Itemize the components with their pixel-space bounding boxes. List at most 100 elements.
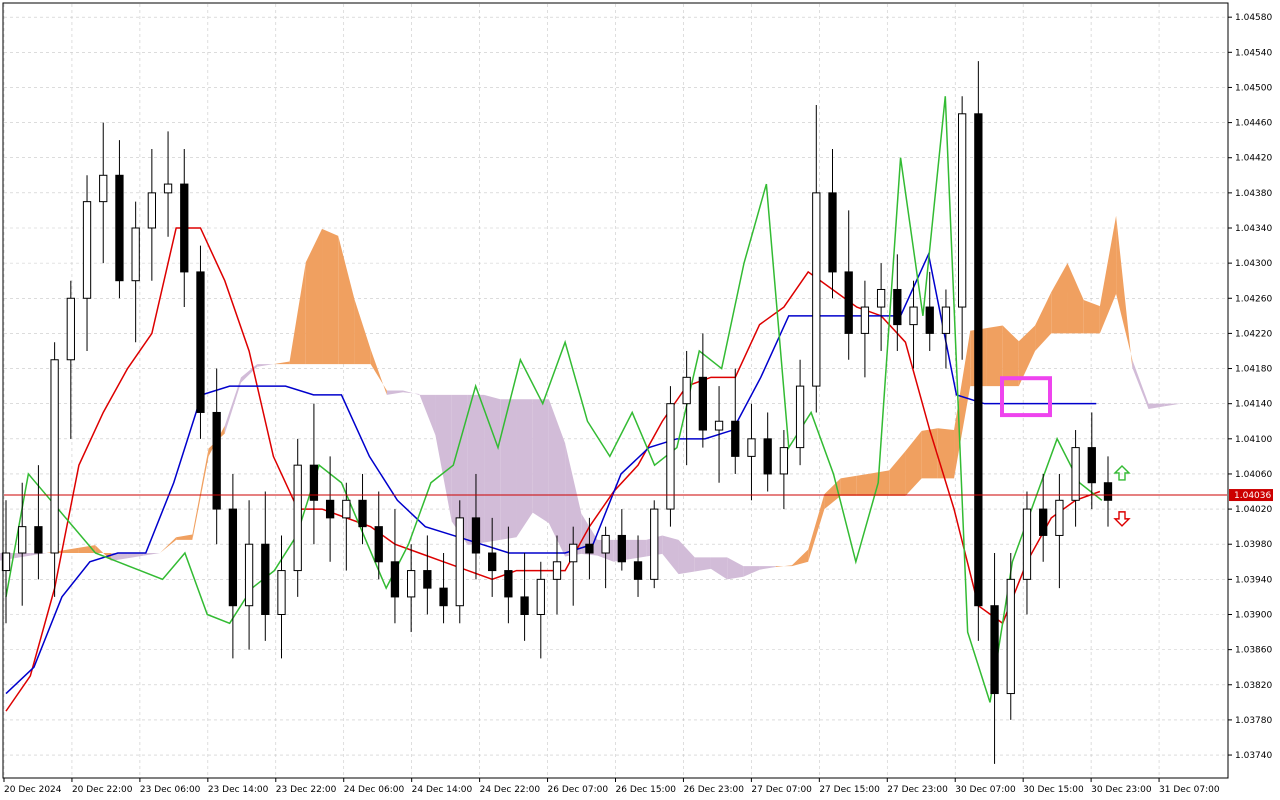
candle-body [844,271,853,334]
candle-body [925,306,934,334]
candle-body [876,288,886,308]
candle-body [1055,499,1064,536]
candle-body [66,297,75,361]
y-tick-label: 1.04420 [1235,154,1272,164]
candle-body [650,508,659,580]
candle-body [633,561,643,580]
y-tick-label: 1.03820 [1235,681,1272,691]
candle-body [407,570,416,598]
candle-body [131,227,140,282]
candle-body [682,376,691,405]
candle-body [277,570,286,615]
y-tick-label: 1.03860 [1235,646,1272,656]
candle-body [261,543,270,615]
candle-body [974,113,983,607]
x-tick-label: 23 Dec 14:00 [208,785,269,795]
y-tick-label: 1.03900 [1235,610,1272,620]
x-tick-label: 26 Dec 23:00 [683,785,744,795]
candle-body [1087,447,1096,484]
current-price-label: 1.04036 [1234,491,1271,501]
candle-body [958,113,967,308]
x-tick-label: 20 Dec 2024 [4,785,62,795]
candle-body [293,464,302,572]
candle-body [50,359,59,554]
candle-body [99,174,108,203]
candle-body [601,534,610,554]
y-tick-label: 1.04060 [1235,470,1272,480]
candle-body [585,543,594,554]
candle-body [82,201,92,299]
y-tick-label: 1.04180 [1235,365,1272,375]
candle-body [860,306,870,334]
candle-body [504,570,513,598]
candle-body [1071,447,1080,501]
x-tick-label: 27 Dec 23:00 [887,785,948,795]
candle-body [893,288,902,326]
candle-body [536,578,545,615]
cloud-segment [500,399,517,540]
x-tick-label: 24 Dec 22:00 [480,785,541,795]
y-tick-label: 1.04020 [1235,505,1272,515]
candle-body [423,570,432,589]
x-tick-label: 23 Dec 22:00 [276,785,337,795]
candle-body [1039,508,1048,536]
candle-body [471,517,481,554]
candle-body [115,174,124,282]
y-tick-label: 1.04460 [1235,119,1272,129]
candle-body [34,526,43,554]
candle-body [358,499,367,528]
candle-body [180,183,189,273]
x-tick-label: 24 Dec 06:00 [344,785,405,795]
candle-body [1022,508,1032,580]
candle-body [374,526,383,563]
candle-body [455,517,464,607]
cloud-segment [937,428,955,479]
candle-body [941,306,951,334]
candle-body [439,587,448,607]
cloud-segment [840,475,857,496]
candle-body [342,499,351,519]
candle-body [569,543,578,563]
candle-body [909,306,918,326]
y-tick-label: 1.04140 [1235,400,1272,410]
candle-body [244,543,254,607]
candle-body [325,499,335,519]
candle-body [812,192,821,387]
y-tick-label: 1.03780 [1235,716,1272,726]
y-tick-label: 1.04580 [1235,13,1272,23]
x-tick-label: 26 Dec 07:00 [548,785,609,795]
y-tick-label: 1.04300 [1235,259,1272,269]
x-tick-label: 24 Dec 14:00 [412,785,473,795]
candle-body [763,438,772,475]
y-tick-label: 1.04500 [1235,83,1272,93]
candle-body [795,385,805,449]
candle-body [828,192,837,273]
candle-body [779,447,789,475]
cloud-segment [532,399,549,524]
x-tick-label: 31 Dec 07:00 [1159,785,1220,795]
y-tick-label: 1.04260 [1235,294,1272,304]
y-tick-label: 1.03740 [1235,751,1272,761]
y-tick-label: 1.04340 [1235,224,1272,234]
x-tick-label: 20 Dec 22:00 [72,785,133,795]
candle-body [617,534,626,563]
candle-body [228,508,238,607]
candle-body [147,192,156,229]
y-tick-label: 1.04380 [1235,189,1272,199]
y-tick-label: 1.04540 [1235,48,1272,58]
chart-background [0,0,1280,800]
candle-body [714,420,724,431]
candle-body [1006,578,1015,695]
y-tick-label: 1.03940 [1235,575,1272,585]
y-tick-label: 1.04220 [1235,329,1272,339]
y-tick-label: 1.03980 [1235,540,1272,550]
x-tick-label: 27 Dec 07:00 [751,785,812,795]
x-tick-label: 27 Dec 15:00 [819,785,880,795]
cloud-segment [856,473,874,496]
candle-body [163,183,173,194]
candle-body [698,376,707,431]
cloud-segment [322,228,339,365]
x-tick-label: 30 Dec 07:00 [955,785,1016,795]
candle-body [747,438,756,457]
candle-body [552,561,562,580]
